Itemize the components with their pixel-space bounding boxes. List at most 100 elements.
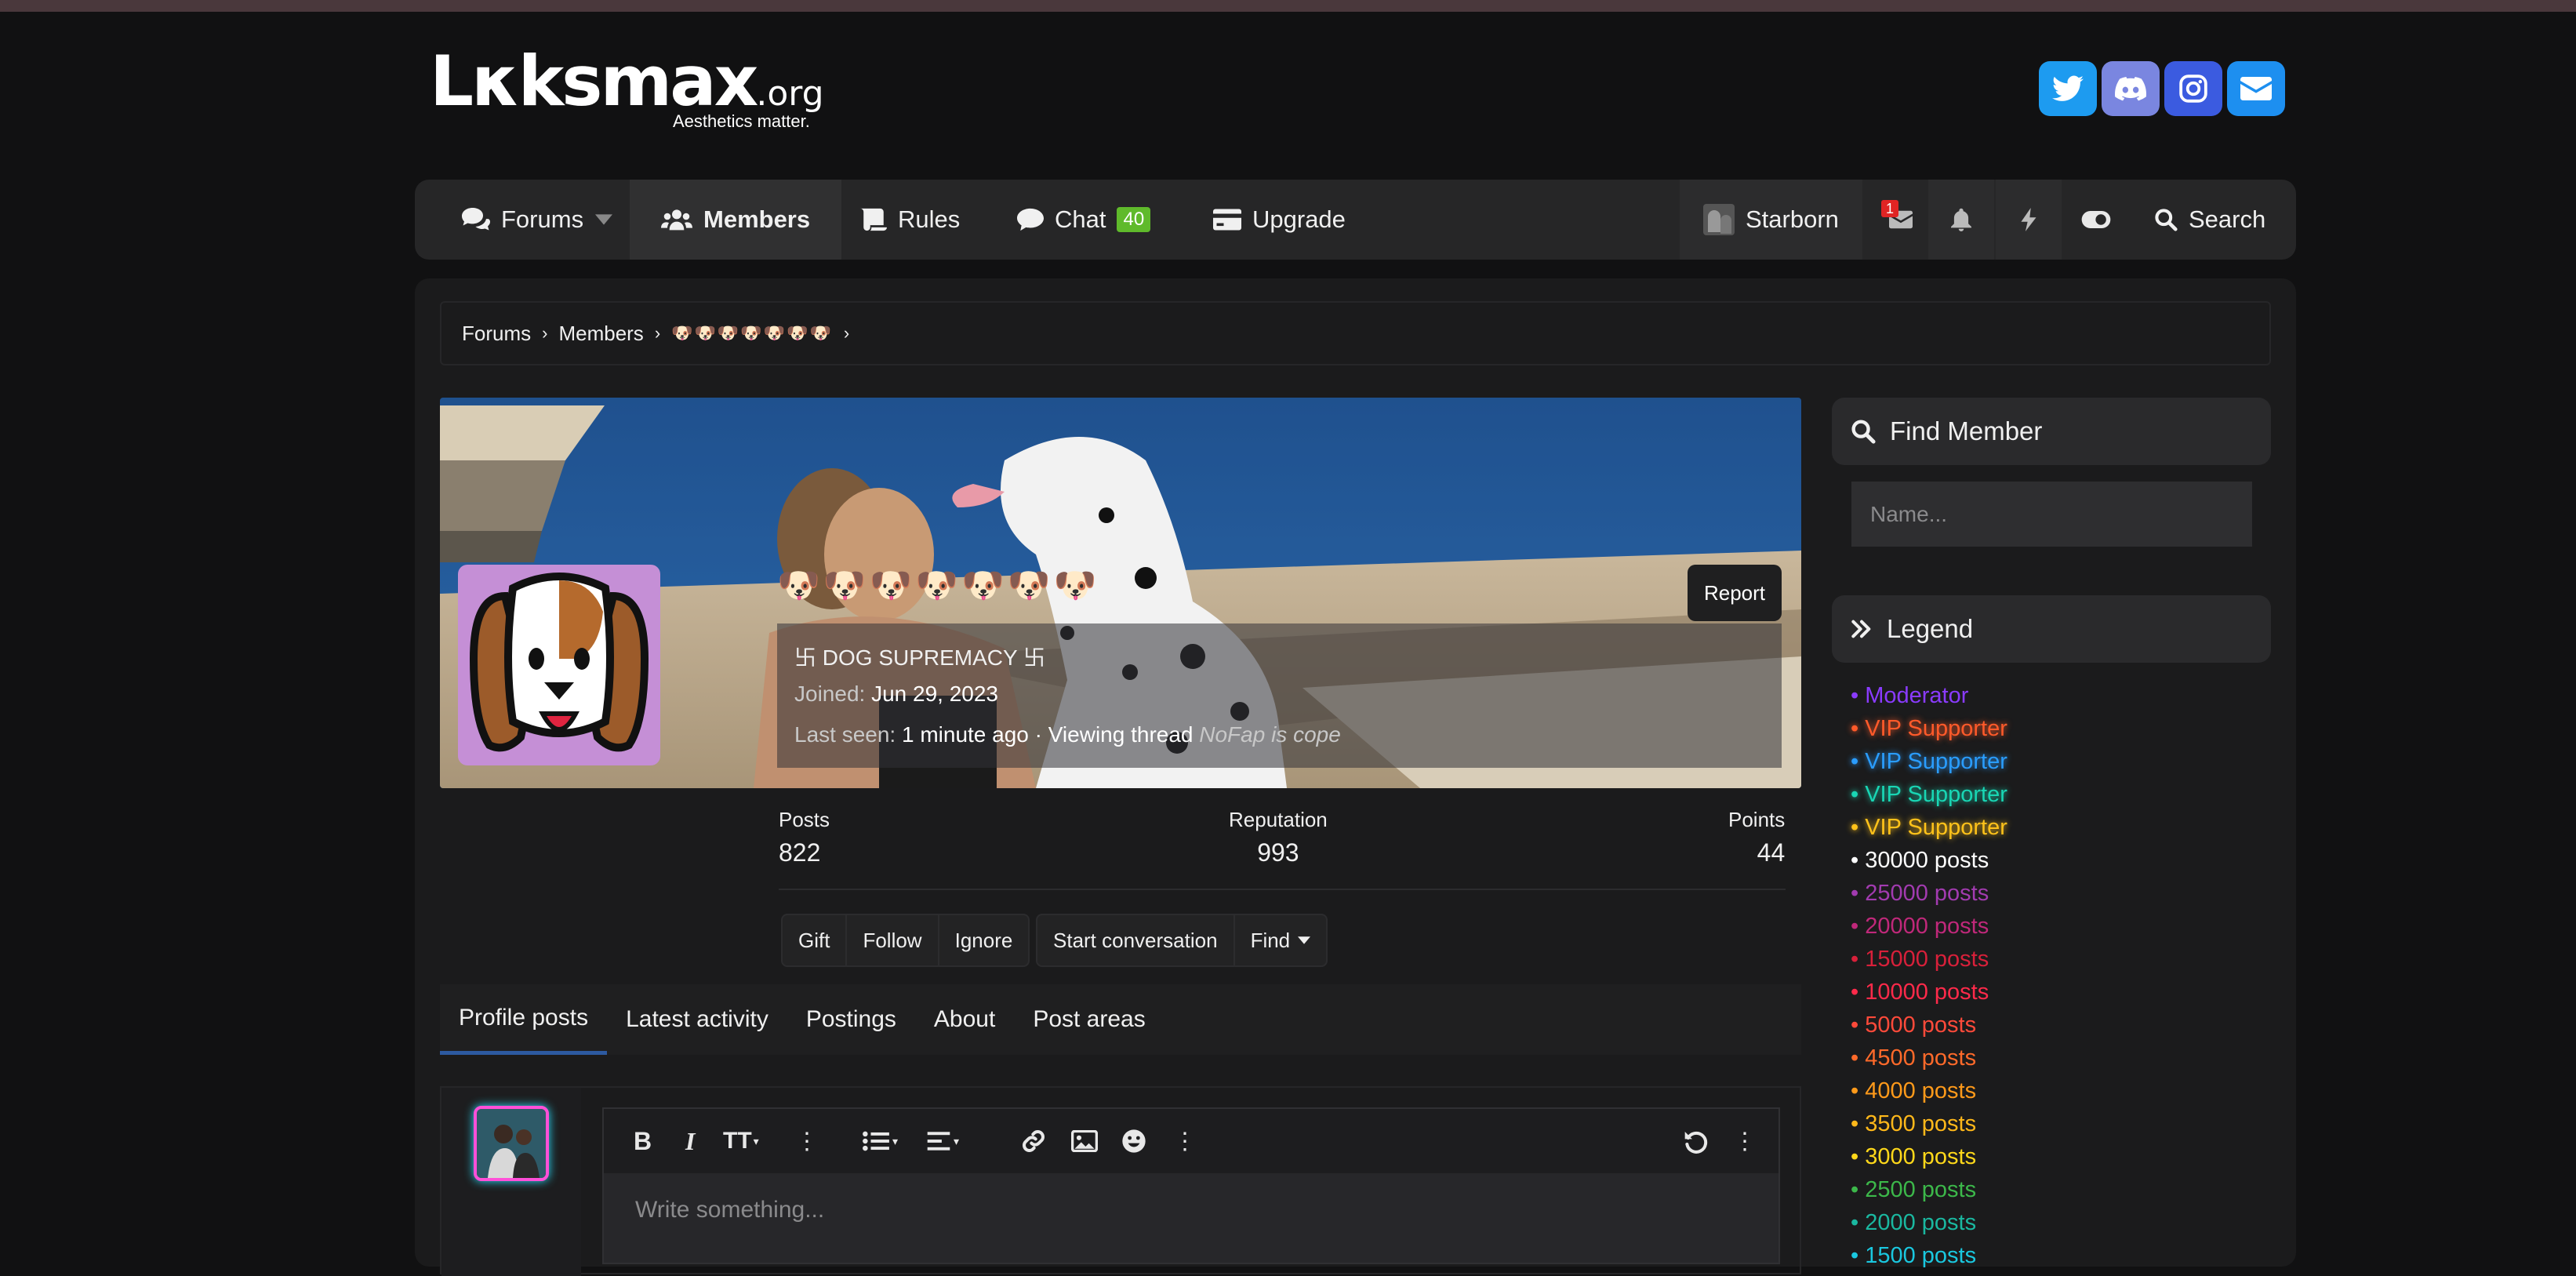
nav-chat-label: Chat <box>1055 205 1106 233</box>
caret-down-icon <box>595 214 612 225</box>
more-options-icon[interactable]: ⋮ <box>795 1109 819 1173</box>
stat-posts-value[interactable]: 822 <box>779 838 830 867</box>
more-options-icon[interactable]: ⋮ <box>1173 1109 1197 1173</box>
find-menu-button[interactable]: Find <box>1235 915 1327 965</box>
search-icon <box>2155 209 2178 231</box>
nav-rules[interactable]: Rules <box>860 180 960 260</box>
legend-item: • VIP Supporter <box>1851 749 2007 774</box>
align-icon[interactable]: ▾ <box>927 1109 959 1173</box>
user-title: 卐 DOG SUPREMACY 卐 <box>794 645 1045 670</box>
legend-item: • 4000 posts <box>1851 1078 1977 1103</box>
tab-post-areas[interactable]: Post areas <box>1014 984 1164 1055</box>
stat-posts-label: Posts <box>779 808 830 831</box>
search-icon <box>1851 420 1876 444</box>
inbox-button[interactable]: 1 <box>1875 180 1927 260</box>
link-icon[interactable] <box>1021 1109 1046 1173</box>
rich-text-editor: B I TT ▾ ⋮ ▾ ▾ ⋮ ⋮ Write something... <box>602 1107 1780 1264</box>
emoji-icon[interactable] <box>1121 1109 1146 1173</box>
breadcrumb-members[interactable]: Members <box>558 322 643 346</box>
legend-item: • 2500 posts <box>1851 1177 1977 1202</box>
nav-search[interactable]: Search <box>2154 180 2265 260</box>
legend-item: • VIP Supporter <box>1851 716 2007 741</box>
bell-icon <box>1951 208 1971 231</box>
profile-avatar[interactable] <box>458 565 660 765</box>
mail-icon[interactable] <box>2227 61 2285 116</box>
legend-item: • VIP Supporter <box>1851 782 2007 807</box>
profile-name-text: 🐶🐶🐶🐶🐶🐶🐶 <box>777 566 1100 605</box>
credit-card-icon <box>1213 209 1241 231</box>
stat-rep-value: 993 <box>1257 838 1299 867</box>
conversation-actions-group: Start conversation Find <box>1036 914 1328 967</box>
nav-forums[interactable]: Forums <box>462 180 583 260</box>
main-nav: Forums Members Rules Chat 40 Upgrade Sta… <box>415 180 2296 260</box>
legend-item: • Moderator <box>1851 683 1969 708</box>
italic-icon[interactable]: I <box>685 1109 695 1173</box>
more-options-icon[interactable]: ⋮ <box>1733 1109 1757 1173</box>
legend-item: • 30000 posts <box>1851 848 1989 873</box>
breadcrumb: Forums › Members › 🐶🐶🐶🐶🐶🐶🐶 › <box>440 301 2271 365</box>
toggle-icon <box>2081 211 2111 228</box>
discord-icon[interactable] <box>2102 61 2160 116</box>
follow-button[interactable]: Follow <box>847 915 939 965</box>
tab-about[interactable]: About <box>915 984 1014 1055</box>
tab-postings[interactable]: Postings <box>787 984 915 1055</box>
legend-title: Legend <box>1887 614 1974 643</box>
logo-tagline: Aesthetics matter. <box>673 111 810 131</box>
user-avatar <box>1703 204 1735 235</box>
stat-points-value[interactable]: 44 <box>1728 838 1786 867</box>
legend-item: • 20000 posts <box>1851 914 1989 939</box>
member-name-input[interactable] <box>1851 482 2252 547</box>
text-size-icon[interactable]: TT ▾ <box>723 1109 759 1173</box>
breadcrumb-profile[interactable]: 🐶🐶🐶🐶🐶🐶🐶 <box>671 323 833 344</box>
theme-toggle[interactable] <box>2063 180 2129 260</box>
stat-rep-label: Reputation <box>1229 808 1328 831</box>
stat-reputation: Reputation 993 <box>1229 808 1328 867</box>
nav-upgrade[interactable]: Upgrade <box>1213 180 1346 260</box>
account-username: Starborn <box>1746 205 1839 233</box>
profile-tabs: Profile posts Latest activity Postings A… <box>440 984 1801 1055</box>
legend-list: • Moderator • VIP Supporter • VIP Suppor… <box>1851 679 2007 1272</box>
chevron-right-icon: › <box>843 323 850 343</box>
social-links <box>2039 61 2285 116</box>
comments-icon <box>462 208 490 231</box>
nav-rules-label: Rules <box>898 205 961 233</box>
viewing-thread-link[interactable]: NoFap is cope <box>1199 722 1341 747</box>
bolt-icon <box>2021 208 2036 231</box>
chat-count-badge: 40 <box>1117 207 1151 232</box>
report-button[interactable]: Report <box>1688 565 1782 621</box>
undo-icon[interactable] <box>1683 1109 1708 1173</box>
twitter-icon[interactable] <box>2039 61 2097 116</box>
profile-name: 🐶🐶🐶🐶🐶🐶🐶 <box>777 565 1100 605</box>
forums-dropdown-toggle[interactable] <box>595 180 612 260</box>
breadcrumb-forums[interactable]: Forums <box>462 322 531 346</box>
nav-search-label: Search <box>2189 205 2266 233</box>
bold-icon[interactable]: B <box>634 1109 652 1173</box>
ignore-button[interactable]: Ignore <box>939 915 1029 965</box>
instagram-icon[interactable] <box>2164 61 2222 116</box>
tab-latest-activity[interactable]: Latest activity <box>607 984 787 1055</box>
avatar-image <box>477 1109 546 1178</box>
list-icon[interactable]: ▾ <box>863 1109 898 1173</box>
composer-user-avatar[interactable] <box>474 1106 549 1181</box>
legend-item: • 10000 posts <box>1851 980 1989 1005</box>
nav-members[interactable]: Members <box>630 180 842 260</box>
alerts-button[interactable] <box>1928 180 1994 260</box>
image-icon[interactable] <box>1071 1109 1098 1173</box>
stats-divider <box>779 889 1786 890</box>
editor-input[interactable]: Write something... <box>635 1197 824 1223</box>
legend-item: • 3500 posts <box>1851 1111 1977 1136</box>
account-menu[interactable]: Starborn <box>1680 180 1862 260</box>
users-icon <box>661 209 692 231</box>
nav-chat[interactable]: Chat 40 <box>1017 180 1151 260</box>
legend-item: • 1500 posts <box>1851 1243 1977 1268</box>
tab-profile-posts[interactable]: Profile posts <box>440 984 608 1055</box>
scroll-icon <box>860 208 887 231</box>
double-chevron-right-icon <box>1851 620 1871 638</box>
legend-item: • 5000 posts <box>1851 1012 1977 1038</box>
stat-posts: Posts 822 <box>779 808 830 867</box>
nav-upgrade-label: Upgrade <box>1252 205 1346 233</box>
start-conversation-button[interactable]: Start conversation <box>1037 915 1235 965</box>
site-logo[interactable]: Lκksmax.org Aesthetics matter. <box>430 47 824 133</box>
gift-button[interactable]: Gift <box>783 915 848 965</box>
whats-new-button[interactable] <box>1996 180 2062 260</box>
